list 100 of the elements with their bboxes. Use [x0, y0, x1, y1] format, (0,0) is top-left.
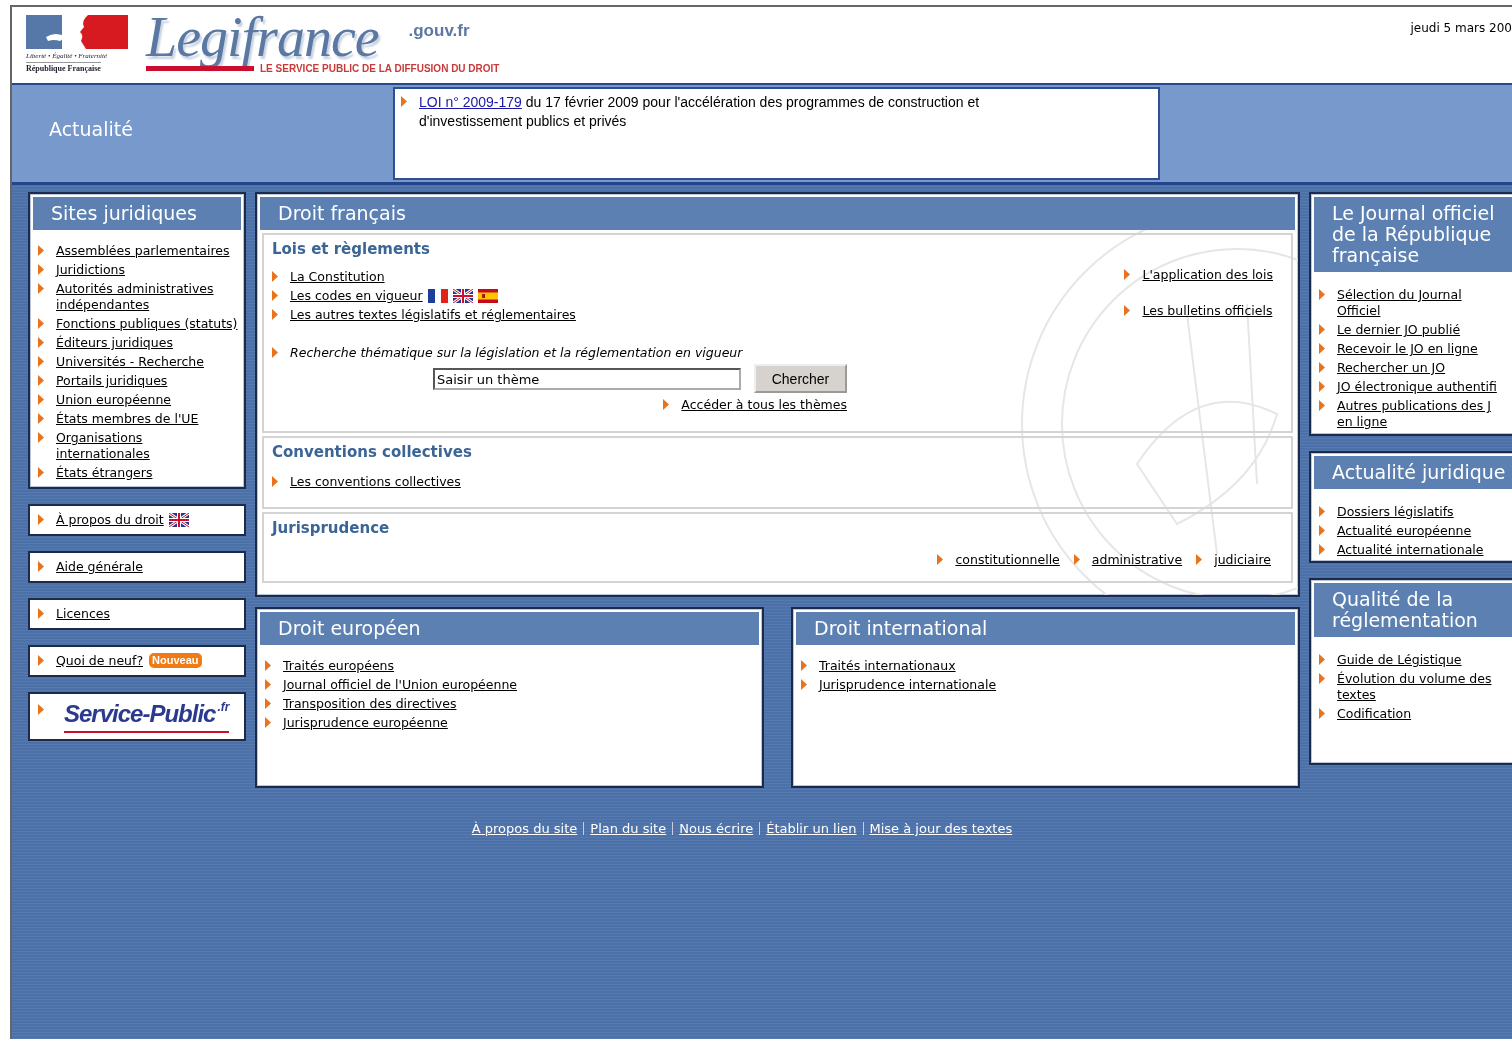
link[interactable]: À propos du droit	[56, 512, 164, 528]
footer-link[interactable]: Établir un lien	[759, 822, 863, 835]
link[interactable]: Les autres textes législatifs et réglementaires	[290, 307, 576, 323]
footer-link[interactable]: Nous écrire	[672, 822, 760, 835]
bullet-arrow-icon	[1319, 289, 1325, 300]
bullet-arrow-icon	[1196, 554, 1203, 565]
bullet-arrow-icon	[38, 514, 44, 525]
logo-text[interactable]: Service-Public	[64, 700, 216, 728]
link[interactable]: Rechercher un JO	[1337, 360, 1446, 376]
link[interactable]: Codification	[1337, 706, 1412, 722]
link[interactable]: Autres publications des J en ligne	[1337, 398, 1491, 430]
bullet-arrow-icon	[1319, 544, 1325, 555]
news-link[interactable]: LOI n° 2009-179	[419, 94, 522, 110]
british-flag-icon[interactable]	[452, 289, 473, 303]
bullet-arrow-icon	[1319, 343, 1325, 354]
link[interactable]: États membres de l'UE	[56, 411, 199, 427]
panel-title: Le Journal officiel de la République française	[1314, 197, 1512, 272]
bullet-arrow-icon	[1319, 708, 1325, 719]
bullet-arrow-icon	[265, 698, 271, 709]
bullet-arrow-icon	[272, 309, 278, 320]
section-heading: Jurisprudence	[272, 518, 391, 538]
bullet-arrow-icon	[38, 375, 44, 386]
bullet-arrow-icon	[38, 608, 44, 619]
link[interactable]: Traités internationaux	[819, 658, 956, 674]
link[interactable]: États étrangers	[56, 465, 153, 481]
link[interactable]: Éditeurs juridiques	[56, 335, 173, 351]
section-heading: Lois et règlements	[272, 239, 431, 259]
panel-title: Qualité de la réglementation	[1314, 583, 1512, 637]
link[interactable]: Aide générale	[56, 559, 143, 575]
search-button[interactable]: Chercher	[754, 364, 847, 393]
bullet-arrow-icon	[38, 337, 44, 348]
link[interactable]: Quoi de neuf?	[56, 653, 144, 669]
logo-suffix[interactable]: .fr	[217, 700, 230, 714]
bullet-arrow-icon	[38, 394, 44, 405]
link[interactable]: Juridictions	[56, 262, 125, 278]
link[interactable]: Fonctions publiques (statuts)	[56, 316, 238, 332]
bullet-arrow-icon	[1319, 525, 1325, 536]
footer-link[interactable]: Mise à jour des textes	[862, 822, 1019, 835]
link[interactable]: Transposition des directives	[283, 696, 457, 712]
bullet-arrow-icon	[265, 717, 271, 728]
bullet-arrow-icon	[38, 655, 44, 666]
link[interactable]: La Constitution	[290, 269, 385, 285]
spanish-flag-icon[interactable]	[477, 289, 498, 303]
link[interactable]: Autorités administratives indépendantes	[56, 281, 238, 313]
bullet-arrow-icon	[38, 467, 44, 478]
bullet-arrow-icon	[38, 264, 44, 275]
domain-text: .gouv.fr	[408, 21, 471, 42]
link[interactable]: Le dernier JO publié	[1337, 322, 1461, 338]
bullet-arrow-icon	[38, 413, 44, 424]
bullet-arrow-icon	[38, 356, 44, 367]
link[interactable]: Les codes en vigueur	[290, 288, 423, 304]
bullet-arrow-icon	[272, 290, 278, 301]
link[interactable]: Recevoir le JO en ligne	[1337, 341, 1478, 357]
bullet-arrow-icon	[272, 347, 278, 358]
link[interactable]: judiciaire	[1214, 552, 1271, 568]
link[interactable]: Guide de Légistique	[1337, 652, 1462, 668]
marianne-logo-icon	[26, 15, 128, 49]
link[interactable]: Dossiers législatifs	[1337, 504, 1454, 520]
bullet-arrow-icon	[1319, 324, 1325, 335]
section-heading: Conventions collectives	[272, 442, 473, 462]
bullet-arrow-icon	[272, 271, 278, 282]
link[interactable]: Sélection du Journal Officiel	[1337, 287, 1462, 319]
link[interactable]: Les conventions collectives	[290, 474, 461, 490]
link[interactable]: Organisations internationales	[56, 430, 238, 462]
link[interactable]: Les bulletins officiels	[1142, 303, 1273, 319]
bullet-arrow-icon	[272, 476, 278, 487]
footer-link[interactable]: Plan du site	[583, 822, 673, 835]
bullet-arrow-icon	[1319, 506, 1325, 517]
bullet-arrow-icon	[1124, 269, 1131, 280]
section-title: Actualité	[48, 117, 134, 140]
theme-search-field[interactable]: Saisir un thème	[433, 368, 741, 390]
british-flag-icon[interactable]	[168, 513, 189, 527]
link[interactable]: Jurisprudence européenne	[283, 715, 448, 731]
link[interactable]: Jurisprudence internationale	[819, 677, 997, 693]
footer-link[interactable]: À propos du site	[465, 822, 584, 835]
link[interactable]: Assemblées parlementaires	[56, 243, 230, 259]
bullet-arrow-icon	[38, 318, 44, 329]
link[interactable]: constitutionnelle	[955, 552, 1060, 568]
link[interactable]: Universités - Recherche	[56, 354, 204, 370]
search-label: Recherche thématique sur la législation et la réglementation en vigueur	[290, 345, 743, 360]
link[interactable]: Union européenne	[56, 392, 172, 408]
bullet-arrow-icon	[1319, 654, 1325, 665]
link[interactable]: Traités européens	[283, 658, 395, 674]
bullet-arrow-icon	[1319, 381, 1325, 392]
news-text: LOI n° 2009-179 du 17 février 2009 pour l'accélération des programmes de construction et d'investissement publics et privés	[419, 93, 981, 131]
link[interactable]: Actualité européenne	[1337, 523, 1472, 539]
link[interactable]: Portails juridiques	[56, 373, 168, 389]
link[interactable]: Licences	[56, 606, 110, 622]
french-flag-icon[interactable]	[427, 289, 448, 303]
bullet-arrow-icon	[663, 399, 670, 410]
link[interactable]: Journal officiel de l'Union européenne	[283, 677, 517, 693]
bullet-arrow-icon	[1319, 673, 1325, 684]
link[interactable]: administrative	[1091, 552, 1183, 568]
link[interactable]: Accéder à tous les thèmes	[681, 397, 847, 413]
link[interactable]: Actualité internationale	[1337, 542, 1484, 558]
bullet-arrow-icon	[38, 245, 44, 256]
link[interactable]: Évolution du volume des textes	[1337, 671, 1492, 703]
link[interactable]: JO électronique authentifi	[1337, 379, 1497, 395]
panel-title: Actualité juridique	[1314, 456, 1512, 489]
link[interactable]: L'application des lois	[1142, 267, 1273, 283]
